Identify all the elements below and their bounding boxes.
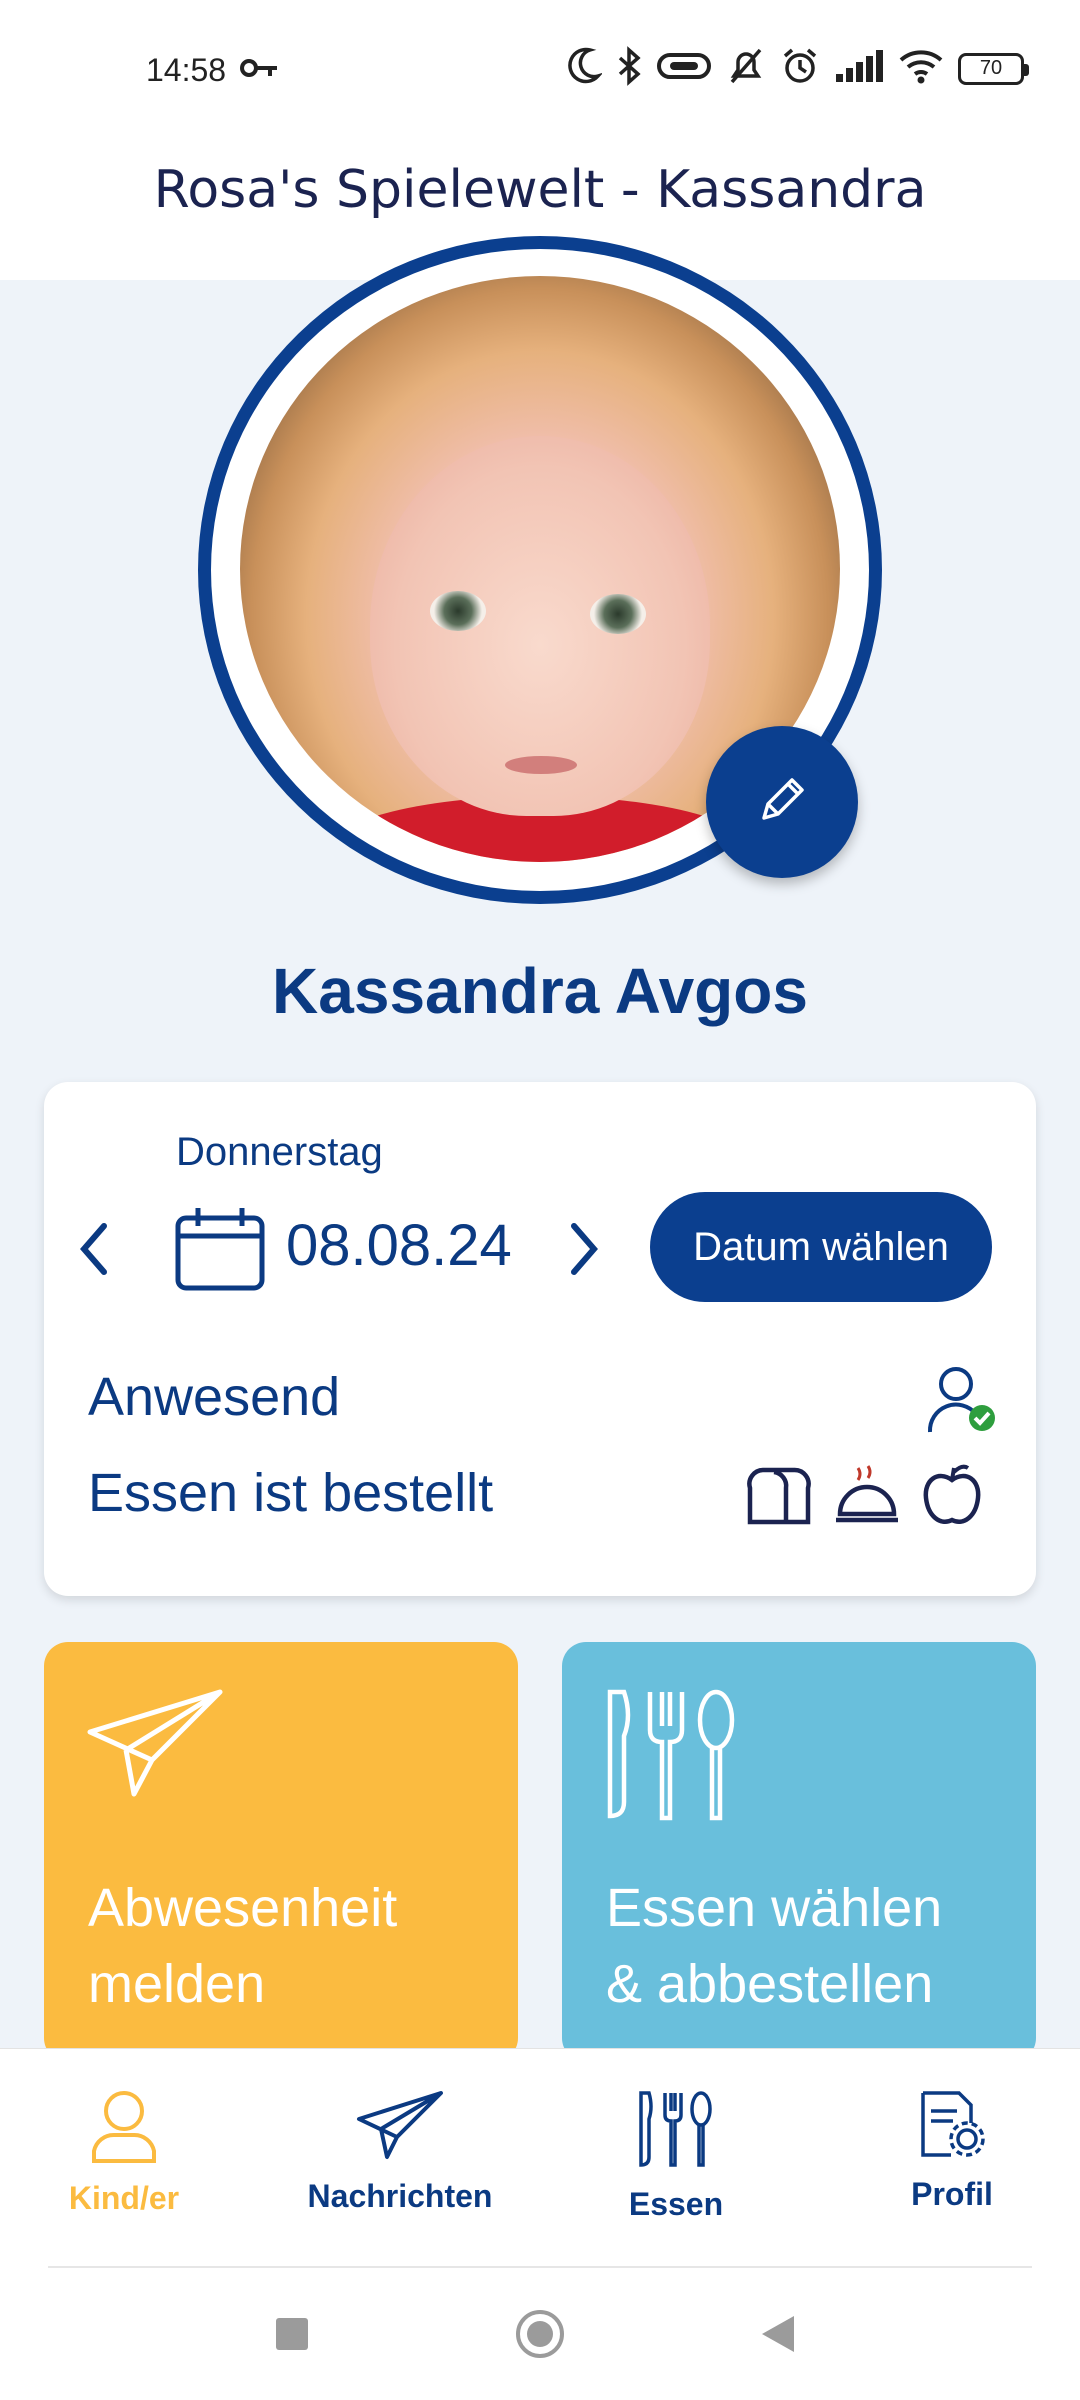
pencil-icon — [752, 770, 812, 835]
moon-icon — [566, 46, 604, 91]
nav-item-messages[interactable]: Nachrichten — [270, 2089, 530, 2215]
apple-icon — [920, 1462, 984, 1533]
status-bar: 14:58 70 — [0, 0, 1080, 140]
weekday-label: Donnerstag — [176, 1130, 383, 1174]
status-icons: 70 — [566, 46, 1029, 91]
paper-plane-icon — [86, 1686, 226, 1803]
nav-label-profile: Profil — [911, 2176, 993, 2212]
system-navigation-bar — [0, 2268, 1080, 2400]
selected-date: 08.08.24 — [286, 1213, 512, 1278]
nav-item-children[interactable]: Kind/er — [0, 2089, 254, 2217]
child-name: Kassandra Avgos — [272, 955, 808, 1027]
battery-icon: 70 — [958, 52, 1029, 85]
key-icon — [240, 58, 280, 83]
cloche-icon — [834, 1464, 900, 1531]
meal-status: Essen ist bestellt — [88, 1463, 494, 1523]
calendar-icon — [174, 1206, 266, 1297]
attendance-status: Anwesend — [88, 1367, 341, 1427]
edit-photo-button[interactable] — [706, 726, 858, 878]
back-button[interactable] — [762, 2316, 794, 2352]
choose-meal-label: Essen wählen & abbestellen — [606, 1878, 943, 2014]
nav-label-food: Essen — [628, 2186, 724, 2222]
nav-item-profile[interactable]: Profil — [822, 2089, 1080, 2213]
nav-label-children: Kind/er — [68, 2180, 180, 2216]
day-status-card: Donnerstag 08.08.24 Datum wählen Anwesen… — [44, 1082, 1036, 1596]
chevron-left-icon — [74, 1223, 114, 1288]
meal-icons — [744, 1462, 984, 1533]
page-title: Rosa's Spielewelt - Kassandra — [153, 160, 927, 220]
vibrate-icon — [656, 50, 712, 87]
avatar-eye-right — [590, 594, 646, 634]
paper-plane-icon — [355, 2091, 445, 2165]
cutlery-icon — [604, 1686, 738, 1831]
avatar-mouth — [505, 756, 577, 774]
mute-icon — [726, 46, 766, 91]
next-day-button[interactable] — [564, 1214, 604, 1289]
bread-icon — [744, 1464, 814, 1531]
nav-item-food[interactable]: Essen — [546, 2089, 806, 2223]
nav-label-messages: Nachrichten — [307, 2178, 493, 2214]
child-icon — [88, 2091, 160, 2167]
cutlery-icon — [637, 2091, 715, 2173]
alarm-icon — [780, 46, 820, 91]
bottom-navigation: Kind/er Nachrichten Essen Profil — [0, 2048, 1080, 2270]
recent-apps-button[interactable] — [276, 2318, 308, 2350]
chevron-right-icon — [564, 1223, 604, 1288]
choose-meal-tile[interactable]: Essen wählen & abbestellen — [562, 1642, 1036, 2062]
person-check-icon — [924, 1362, 1004, 1443]
previous-day-button[interactable] — [74, 1214, 114, 1289]
home-button[interactable] — [516, 2310, 564, 2358]
status-time: 14:58 — [146, 52, 227, 88]
report-absence-tile[interactable]: Abwesenheit melden — [44, 1642, 518, 2062]
report-absence-label: Abwesenheit melden — [88, 1878, 398, 2014]
profile-settings-icon — [917, 2091, 987, 2163]
avatar-eye-left — [430, 591, 486, 631]
pick-date-button[interactable]: Datum wählen — [650, 1192, 992, 1302]
signal-icon — [834, 48, 884, 89]
wifi-icon — [898, 48, 944, 89]
bluetooth-icon — [616, 46, 642, 91]
